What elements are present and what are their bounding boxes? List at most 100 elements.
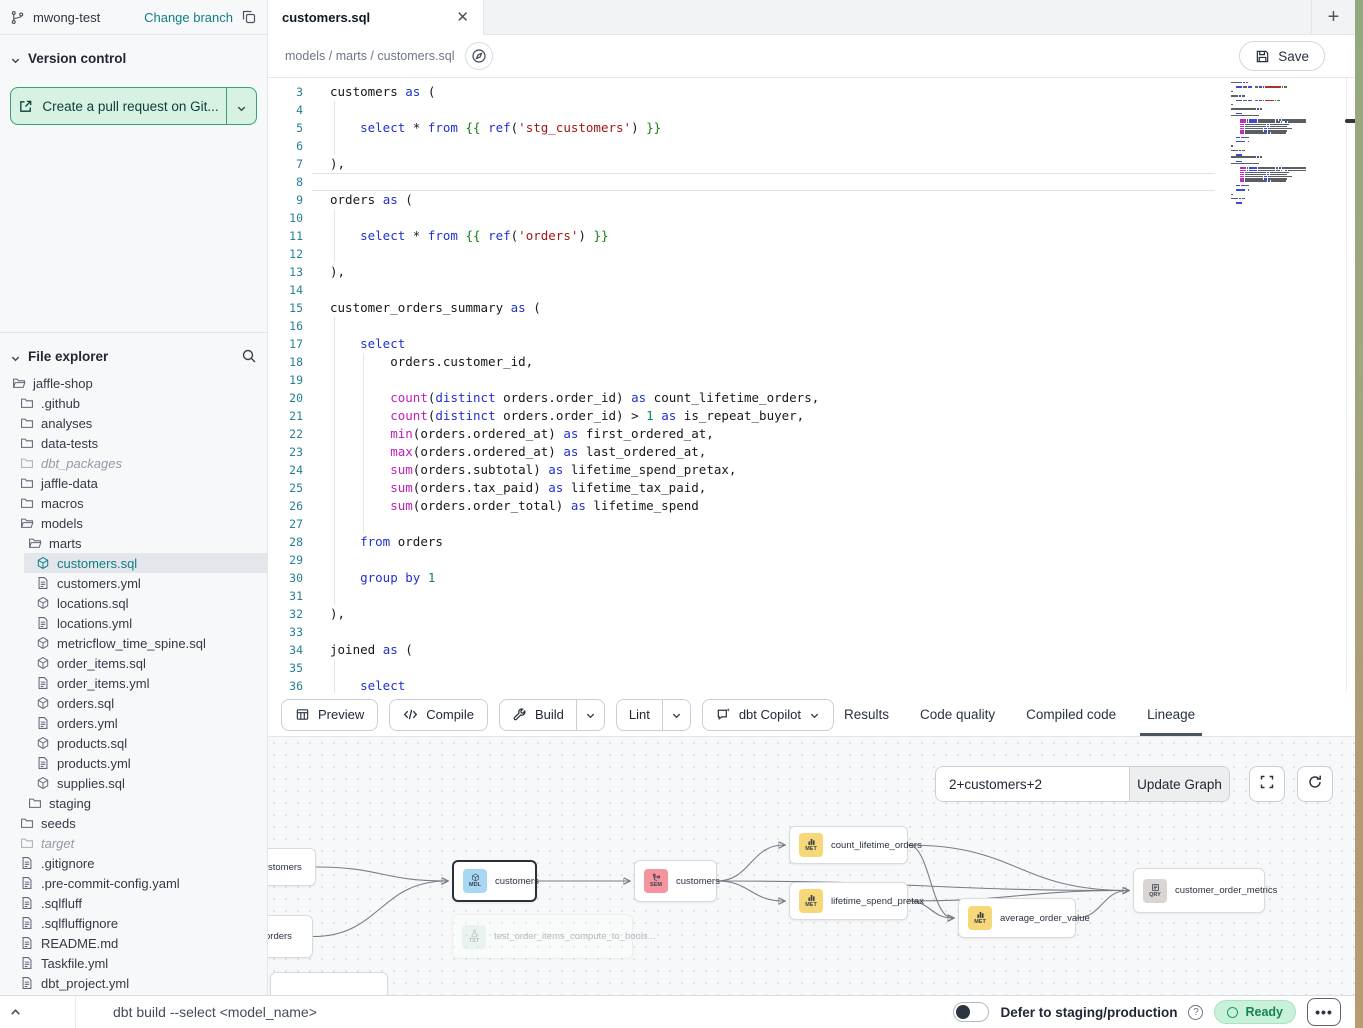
code-line-22[interactable]: 22 min(orders.ordered_at) as first_order… [268, 425, 1355, 443]
file-tree-item-.sqlfluffignore[interactable]: .sqlfluffignore [0, 913, 267, 933]
code-line-14[interactable]: 14 [268, 281, 1355, 299]
code-line-16[interactable]: 16 [268, 317, 1355, 335]
code-line-26[interactable]: 26 sum(orders.order_total) as lifetime_s… [268, 497, 1355, 515]
tab-code-quality[interactable]: Code quality [920, 693, 995, 736]
change-branch-link[interactable]: Change branch [144, 10, 233, 25]
file-tree-item-target[interactable]: target [0, 833, 267, 853]
lineage-node-customers[interactable]: SEMcustomers [634, 860, 717, 902]
code-line-19[interactable]: 19 [268, 371, 1355, 389]
code-line-4[interactable]: 4 [268, 101, 1355, 119]
minimap[interactable] [1231, 82, 1343, 205]
search-icon[interactable] [241, 348, 257, 364]
tab-customers-sql[interactable]: customers.sql ✕ [268, 0, 484, 35]
code-line-6[interactable]: 6 [268, 137, 1355, 155]
tab-compiled-code[interactable]: Compiled code [1026, 693, 1116, 736]
file-explorer-header[interactable]: File explorer [0, 333, 267, 366]
code-line-31[interactable]: 31 [268, 587, 1355, 605]
build-dropdown-button[interactable] [576, 700, 604, 730]
file-tree-item-metricflow_time_spine.sql[interactable]: metricflow_time_spine.sql [0, 633, 267, 653]
code-line-17[interactable]: 17 select [268, 335, 1355, 353]
code-line-30[interactable]: 30 group by 1 [268, 569, 1355, 587]
code-line-5[interactable]: 5 select * from {{ ref('stg_customers') … [268, 119, 1355, 137]
copy-icon[interactable] [241, 9, 257, 25]
code-line-10[interactable]: 10 [268, 209, 1355, 227]
preview-button[interactable]: Preview [281, 699, 378, 731]
file-tree-item-README.md[interactable]: README.md [0, 933, 267, 953]
lineage-node-orders[interactable]: MDLorders [268, 915, 313, 958]
defer-toggle[interactable] [953, 1002, 989, 1022]
code-line-27[interactable]: 27 [268, 515, 1355, 533]
lineage-node-customers[interactable]: MDLcustomers [452, 860, 537, 902]
code-line-9[interactable]: 9orders as ( [268, 191, 1355, 209]
lineage-node-stg_customers[interactable]: MDLstg_customers [268, 848, 316, 886]
code-line-21[interactable]: 21 count(distinct orders.order_id) > 1 a… [268, 407, 1355, 425]
file-tree-item-.pre-commit-config.yaml[interactable]: .pre-commit-config.yaml [0, 873, 267, 893]
update-graph-button[interactable]: Update Graph [1129, 767, 1229, 801]
more-options-button[interactable]: ••• [1307, 998, 1341, 1026]
code-line-13[interactable]: 13), [268, 263, 1355, 281]
compass-icon[interactable] [465, 42, 493, 70]
code-line-28[interactable]: 28 from orders [268, 533, 1355, 551]
file-tree-item-orders.yml[interactable]: orders.yml [0, 713, 267, 733]
code-line-12[interactable]: 12 [268, 245, 1355, 263]
compile-button[interactable]: Compile [389, 699, 488, 731]
code-line-11[interactable]: 11 select * from {{ ref('orders') }} [268, 227, 1355, 245]
file-tree-item-locations.sql[interactable]: locations.sql [0, 593, 267, 613]
code-editor[interactable]: 3customers as (45 select * from {{ ref('… [268, 78, 1355, 693]
file-tree-item-products.yml[interactable]: products.yml [0, 753, 267, 773]
file-tree-item-marts[interactable]: marts [0, 533, 267, 553]
version-control-header[interactable]: Version control [10, 48, 257, 68]
create-pull-request-button[interactable]: Create a pull request on Git... [10, 87, 257, 125]
file-tree-item-locations.yml[interactable]: locations.yml [0, 613, 267, 633]
expand-panel-button[interactable] [0, 996, 76, 1028]
pr-dropdown-button[interactable] [226, 88, 256, 124]
code-line-7[interactable]: 7), [268, 155, 1355, 173]
lineage-panel[interactable]: MDLstg_customers MDLorders MDLcustomers TST… [268, 737, 1355, 995]
fullscreen-button[interactable] [1249, 766, 1285, 802]
lineage-node-partial-9[interactable] [270, 972, 388, 995]
code-line-29[interactable]: 29 [268, 551, 1355, 569]
file-tree-item-Taskfile.yml[interactable]: Taskfile.yml [0, 953, 267, 973]
file-tree-item-orders.sql[interactable]: orders.sql [0, 693, 267, 713]
file-tree-item-seeds[interactable]: seeds [0, 813, 267, 833]
code-line-36[interactable]: 36 select [268, 677, 1355, 693]
code-line-33[interactable]: 33 [268, 623, 1355, 641]
tab-lineage[interactable]: Lineage [1147, 693, 1195, 736]
help-icon[interactable]: ? [1188, 1005, 1203, 1020]
lineage-node-average_order_value[interactable]: METaverage_order_value [958, 898, 1076, 938]
code-line-20[interactable]: 20 count(distinct orders.order_id) as co… [268, 389, 1355, 407]
code-line-25[interactable]: 25 sum(orders.tax_paid) as lifetime_tax_… [268, 479, 1355, 497]
lineage-selector-input[interactable] [936, 767, 1129, 801]
code-line-35[interactable]: 35 [268, 659, 1355, 677]
code-line-32[interactable]: 32), [268, 605, 1355, 623]
file-tree-item-jaffle-data[interactable]: jaffle-data [0, 473, 267, 493]
tab-results[interactable]: Results [844, 693, 889, 736]
file-tree-item-order_items.sql[interactable]: order_items.sql [0, 653, 267, 673]
file-tree-item-staging[interactable]: staging [0, 793, 267, 813]
file-tree-item-order_items.yml[interactable]: order_items.yml [0, 673, 267, 693]
code-line-8[interactable]: 8 [268, 173, 1355, 191]
lineage-node-test_order_items_compute_to_bools...[interactable]: TSTtest_order_items_compute_to_bools... [452, 914, 633, 959]
lint-button[interactable]: Lint [617, 700, 662, 730]
code-line-15[interactable]: 15customer_orders_summary as ( [268, 299, 1355, 317]
close-icon[interactable]: ✕ [456, 8, 469, 26]
file-tree-item-.gitignore[interactable]: .gitignore [0, 853, 267, 873]
file-tree-item-data-tests[interactable]: data-tests [0, 433, 267, 453]
file-tree-item-customers.yml[interactable]: customers.yml [0, 573, 267, 593]
code-line-24[interactable]: 24 sum(orders.subtotal) as lifetime_spen… [268, 461, 1355, 479]
lineage-node-lifetime_spend_pretax[interactable]: METlifetime_spend_pretax [789, 882, 908, 920]
code-line-34[interactable]: 34joined as ( [268, 641, 1355, 659]
code-line-23[interactable]: 23 max(orders.ordered_at) as last_ordere… [268, 443, 1355, 461]
dbt-command-input[interactable] [113, 1004, 653, 1020]
file-tree-item-macros[interactable]: macros [0, 493, 267, 513]
file-tree-item-analyses[interactable]: analyses [0, 413, 267, 433]
dbt-copilot-button[interactable]: dbt Copilot [702, 699, 834, 731]
new-tab-button[interactable]: + [1311, 0, 1355, 34]
code-line-18[interactable]: 18 orders.customer_id, [268, 353, 1355, 371]
code-line-3[interactable]: 3customers as ( [268, 83, 1355, 101]
lint-dropdown-button[interactable] [662, 700, 690, 730]
file-tree-item-.github[interactable]: .github [0, 393, 267, 413]
build-button[interactable]: Build [500, 700, 576, 730]
file-tree-item-products.sql[interactable]: products.sql [0, 733, 267, 753]
file-tree-item-supplies.sql[interactable]: supplies.sql [0, 773, 267, 793]
